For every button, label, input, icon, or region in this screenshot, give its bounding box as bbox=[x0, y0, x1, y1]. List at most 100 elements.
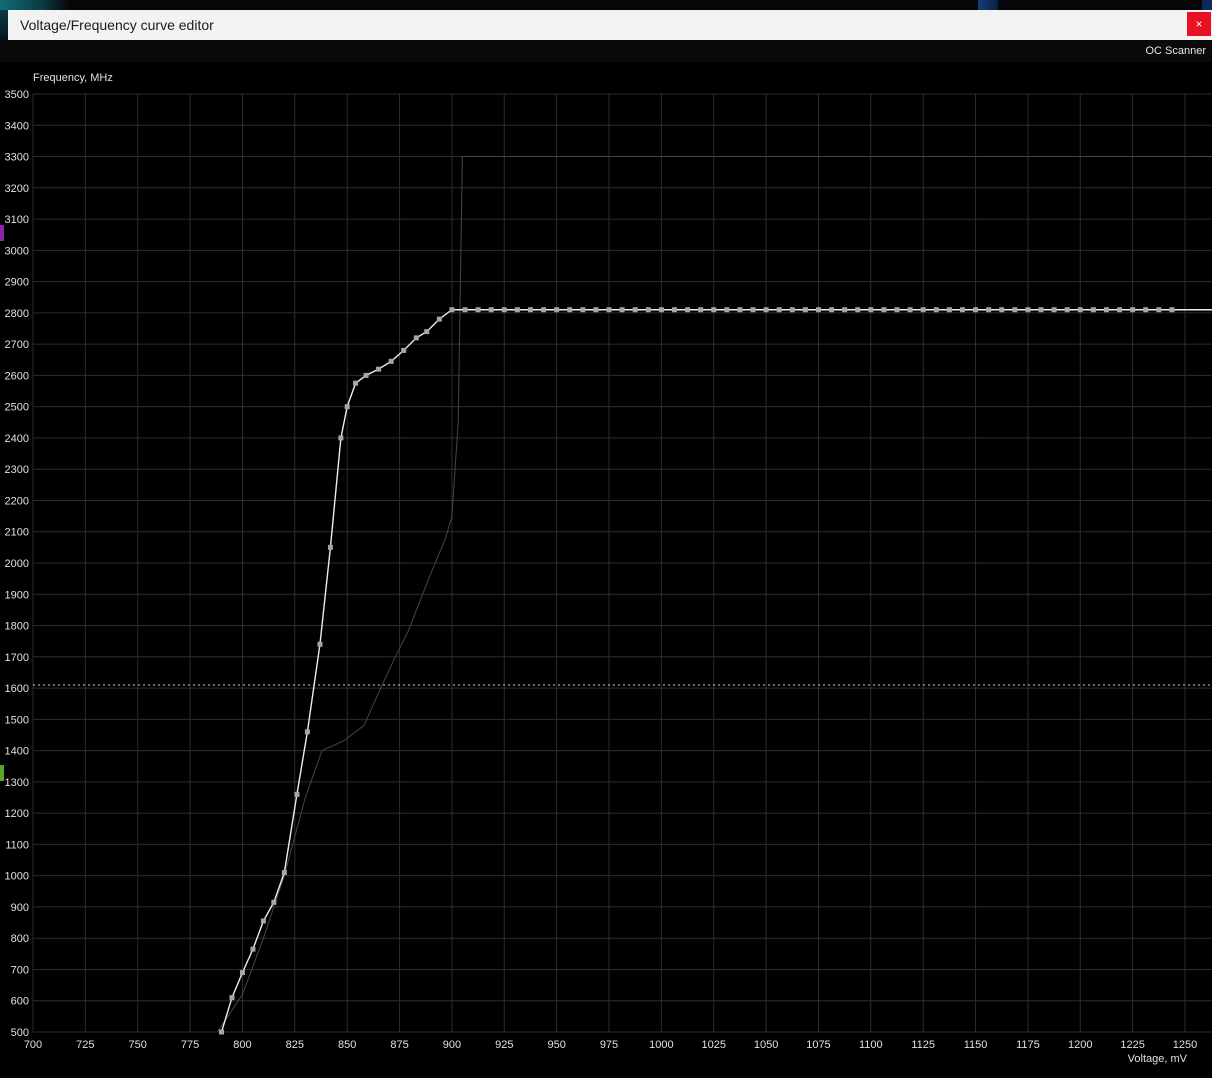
x-tick-label: 1225 bbox=[1120, 1039, 1144, 1051]
vf-curve-point[interactable] bbox=[868, 307, 874, 313]
vf-curve-point[interactable] bbox=[413, 335, 419, 341]
vf-curve-point[interactable] bbox=[907, 307, 913, 313]
vf-curve-point[interactable] bbox=[606, 307, 612, 313]
vf-curve-point[interactable] bbox=[973, 307, 979, 313]
vf-curve-point[interactable] bbox=[304, 729, 310, 735]
vf-curve-point[interactable] bbox=[999, 307, 1005, 313]
x-tick-label: 1175 bbox=[1016, 1039, 1040, 1051]
vf-curve-point[interactable] bbox=[1090, 307, 1096, 313]
vf-curve-point[interactable] bbox=[1117, 307, 1123, 313]
x-tick-label: 800 bbox=[233, 1039, 251, 1051]
y-tick-label: 1900 bbox=[5, 589, 29, 601]
vf-curve-point[interactable] bbox=[946, 307, 952, 313]
vf-curve-point[interactable] bbox=[338, 435, 344, 441]
vf-curve-point[interactable] bbox=[363, 372, 369, 378]
y-tick-label: 1100 bbox=[5, 839, 29, 851]
vf-curve-point[interactable] bbox=[327, 544, 333, 550]
vf-curve-point[interactable] bbox=[881, 307, 887, 313]
vf-curve-point[interactable] bbox=[1143, 307, 1149, 313]
vf-curve-point[interactable] bbox=[1025, 307, 1031, 313]
vf-curve-point[interactable] bbox=[645, 307, 651, 313]
vf-curve-point[interactable] bbox=[724, 307, 730, 313]
vf-curve-point[interactable] bbox=[685, 307, 691, 313]
vf-curve-point[interactable] bbox=[1051, 307, 1057, 313]
y-tick-label: 3200 bbox=[5, 183, 29, 195]
y-tick-label: 1200 bbox=[5, 808, 29, 820]
vf-curve-point[interactable] bbox=[829, 307, 835, 313]
vf-chart-area[interactable]: 700 725 750 775 800 825 850 875 900 925 950 975 1000… bbox=[0, 62, 1212, 1073]
vf-curve-point[interactable] bbox=[763, 307, 769, 313]
vf-curve-point[interactable] bbox=[580, 307, 586, 313]
vf-curve-point[interactable] bbox=[920, 307, 926, 313]
vf-curve-point[interactable] bbox=[593, 307, 599, 313]
y-tick-label: 2600 bbox=[5, 370, 29, 382]
window-border-left bbox=[0, 10, 8, 40]
vf-curve-point[interactable] bbox=[376, 366, 382, 372]
vf-curve-point[interactable] bbox=[986, 307, 992, 313]
vf-curve-point[interactable] bbox=[802, 307, 808, 313]
y-tick-label: 2800 bbox=[5, 308, 29, 320]
x-tick-label: 900 bbox=[443, 1039, 461, 1051]
vf-curve-point[interactable] bbox=[698, 307, 704, 313]
vf-curve-point[interactable] bbox=[260, 918, 266, 924]
close-button[interactable]: × bbox=[1187, 12, 1211, 36]
vf-curve-point[interactable] bbox=[250, 946, 256, 952]
vf-curve-point[interactable] bbox=[424, 329, 430, 335]
vf-curve-point[interactable] bbox=[388, 358, 394, 364]
vf-curve-point[interactable] bbox=[501, 307, 507, 313]
x-tick-label: 1200 bbox=[1068, 1039, 1092, 1051]
vf-curve-point[interactable] bbox=[737, 307, 743, 313]
vf-curve-point[interactable] bbox=[344, 404, 350, 410]
vf-curve-point[interactable] bbox=[671, 307, 677, 313]
vf-curve-point[interactable] bbox=[1038, 307, 1044, 313]
vf-curve-point[interactable] bbox=[658, 307, 664, 313]
vf-chart[interactable]: 700 725 750 775 800 825 850 875 900 925 950 975 1000… bbox=[0, 62, 1212, 1073]
menu-strip: OC Scanner bbox=[0, 40, 1212, 62]
vf-curve-point[interactable] bbox=[488, 307, 494, 313]
vf-curve-point[interactable] bbox=[1169, 307, 1175, 313]
vf-curve-point[interactable] bbox=[317, 641, 323, 647]
y-tick-label: 3500 bbox=[5, 89, 29, 101]
vf-curve-point[interactable] bbox=[1103, 307, 1109, 313]
vf-curve-point[interactable] bbox=[401, 347, 407, 353]
vf-curve-point[interactable] bbox=[1064, 307, 1070, 313]
vf-curve-point[interactable] bbox=[436, 316, 442, 322]
vf-curve-point[interactable] bbox=[527, 307, 533, 313]
vf-curve-point[interactable] bbox=[449, 307, 455, 313]
vf-curve-point[interactable] bbox=[462, 307, 468, 313]
vf-curve-point[interactable] bbox=[1077, 307, 1083, 313]
vf-curve-point[interactable] bbox=[711, 307, 717, 313]
vf-curve-point[interactable] bbox=[1012, 307, 1018, 313]
vf-curve-point[interactable] bbox=[1130, 307, 1136, 313]
y-tick-label: 900 bbox=[11, 902, 29, 914]
vf-curve-point[interactable] bbox=[475, 307, 481, 313]
vf-curve-point[interactable] bbox=[619, 307, 625, 313]
vf-curve-point[interactable] bbox=[855, 307, 861, 313]
vf-curve-point[interactable] bbox=[842, 307, 848, 313]
vf-curve-point[interactable] bbox=[294, 791, 300, 797]
vf-curve-point[interactable] bbox=[353, 380, 359, 386]
vf-curve-point[interactable] bbox=[1156, 307, 1162, 313]
y-tick-label: 2100 bbox=[5, 527, 29, 539]
vf-curve-point[interactable] bbox=[271, 899, 277, 905]
vf-curve-point[interactable] bbox=[894, 307, 900, 313]
vf-curve-point[interactable] bbox=[239, 970, 245, 976]
vf-curve-point[interactable] bbox=[933, 307, 939, 313]
oc-scanner-button[interactable]: OC Scanner bbox=[1145, 45, 1206, 57]
vf-curve-point[interactable] bbox=[959, 307, 965, 313]
vf-curve-point[interactable] bbox=[567, 307, 573, 313]
vf-curve-point[interactable] bbox=[815, 307, 821, 313]
vf-curve-point[interactable] bbox=[541, 307, 547, 313]
vf-curve-point[interactable] bbox=[750, 307, 756, 313]
vf-curve-point[interactable] bbox=[219, 1029, 225, 1035]
vf-curve-point[interactable] bbox=[514, 307, 520, 313]
vf-curve-point[interactable] bbox=[554, 307, 560, 313]
vf-curve-line[interactable] bbox=[220, 309, 1212, 1033]
y-tick-label: 2500 bbox=[5, 402, 29, 414]
vf-curve-point[interactable] bbox=[789, 307, 795, 313]
vf-curve-point[interactable] bbox=[281, 870, 287, 876]
vf-curve-point[interactable] bbox=[632, 307, 638, 313]
x-tick-label: 1150 bbox=[964, 1039, 988, 1051]
vf-curve-point[interactable] bbox=[229, 995, 235, 1001]
vf-curve-point[interactable] bbox=[776, 307, 782, 313]
